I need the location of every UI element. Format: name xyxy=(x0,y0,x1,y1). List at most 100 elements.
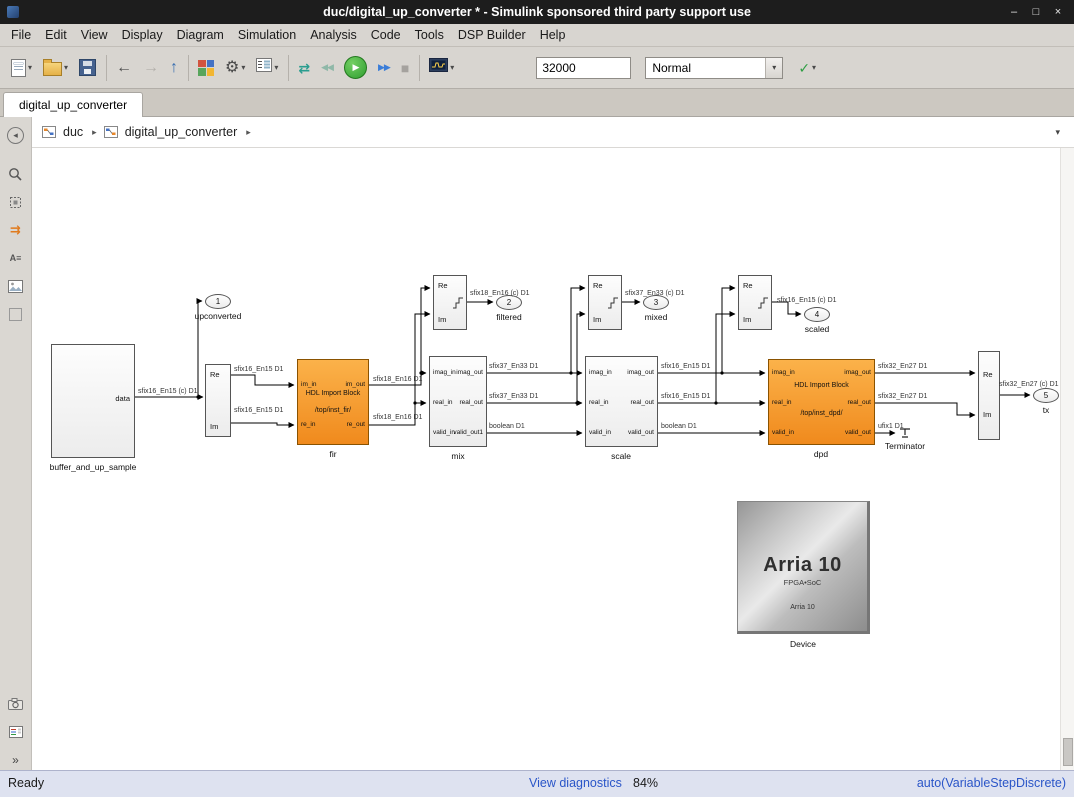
sim-mode-value: Normal xyxy=(646,61,765,75)
dpd-line1: HDL Import Block xyxy=(769,382,874,389)
outport-3[interactable]: 3 xyxy=(643,295,669,310)
outport-2[interactable]: 2 xyxy=(496,295,522,310)
im-label: Im xyxy=(593,315,601,324)
expand-palette-button[interactable]: » xyxy=(4,749,28,771)
statusbar: Ready View diagnostics 84% auto(Variable… xyxy=(0,770,1074,797)
update-diagram-button[interactable]: ⇄ xyxy=(295,58,313,78)
breadcrumb-dropdown[interactable]: ▾ xyxy=(1055,127,1064,138)
scale-in1-label: imag_in xyxy=(589,369,612,377)
menu-item-file[interactable]: File xyxy=(4,26,38,44)
main-area: ◂ ⇉ A≡ » duc ▸ digital_up_converter ▸ ▾ xyxy=(0,117,1074,770)
signal-label: sfix16_En15 D1 xyxy=(234,407,283,414)
up-button[interactable]: ↑ xyxy=(167,57,181,79)
model-explorer-button[interactable]: ▾ xyxy=(253,55,281,80)
minimize-button[interactable]: – xyxy=(1006,6,1022,18)
step-back-button[interactable]: ◀◀ xyxy=(318,60,336,75)
menu-item-display[interactable]: Display xyxy=(115,26,170,44)
model-canvas[interactable]: data buffer_and_up_sample Re Im 1 upconv… xyxy=(32,148,1074,770)
annotation-button[interactable]: A≡ xyxy=(4,247,28,269)
breadcrumb-item-digital-up-converter[interactable]: digital_up_converter xyxy=(123,123,240,141)
sim-mode-select[interactable]: Normal ▾ xyxy=(645,57,783,79)
forward-button[interactable]: → xyxy=(140,57,162,79)
sim-stop-time-input[interactable] xyxy=(536,57,631,79)
outport-1[interactable]: 1 xyxy=(205,294,231,309)
menu-item-view[interactable]: View xyxy=(74,26,115,44)
menu-item-edit[interactable]: Edit xyxy=(38,26,74,44)
real-imag-to-complex-block-2[interactable]: Re Im xyxy=(588,275,622,330)
signal-label: sfix16_En15 (c) D1 xyxy=(777,297,837,304)
run-button[interactable]: ▶ xyxy=(341,53,370,82)
menu-item-help[interactable]: Help xyxy=(533,26,573,44)
area-box-button[interactable] xyxy=(4,303,28,325)
build-button[interactable]: ✓ ▾ xyxy=(795,58,819,78)
viewmark-button[interactable] xyxy=(4,693,28,715)
maximize-button[interactable]: □ xyxy=(1028,6,1044,18)
hide-browser-button[interactable]: ◂ xyxy=(4,124,28,146)
real-imag-to-complex-block-tx[interactable]: Re Im xyxy=(978,351,1000,440)
simulation-display-button[interactable]: ▾ xyxy=(426,55,457,80)
tab-digital-up-converter[interactable]: digital_up_converter xyxy=(3,92,143,117)
buffer-and-upsample-block[interactable]: data xyxy=(51,344,135,458)
stop-button[interactable]: ■ xyxy=(398,58,412,78)
re-label: Re xyxy=(438,281,448,290)
caret-icon: ▾ xyxy=(450,63,454,72)
dpd-in2-label: real_in xyxy=(772,399,792,407)
step-forward-button[interactable]: ▶▶ xyxy=(375,60,393,75)
menu-item-dsp-builder[interactable]: DSP Builder xyxy=(451,26,533,44)
back-button[interactable]: ← xyxy=(113,57,135,79)
view-diagnostics-link[interactable]: View diagnostics xyxy=(529,771,622,796)
solver-status[interactable]: auto(VariableStepDiscrete) xyxy=(917,771,1066,796)
open-button[interactable]: ▾ xyxy=(40,56,71,79)
buffer-block-label: buffer_and_up_sample xyxy=(50,462,137,472)
menu-item-analysis[interactable]: Analysis xyxy=(303,26,364,44)
signal-wires[interactable] xyxy=(32,148,1074,770)
zoom-button[interactable] xyxy=(4,163,28,185)
toolbar-separator xyxy=(188,55,189,81)
fir-in2-label: re_in xyxy=(301,421,315,429)
outport-3-label: mixed xyxy=(645,312,668,322)
scale-out3-label: valid_out xyxy=(628,429,654,437)
real-imag-to-complex-block-1[interactable]: Re Im xyxy=(433,275,467,330)
fir-hdl-import-block[interactable]: im_in im_out HDL Import Block /top/inst_… xyxy=(297,359,369,445)
outport-5[interactable]: 5 xyxy=(1033,388,1059,403)
caret-icon: ▾ xyxy=(64,63,68,72)
re-label: Re xyxy=(743,281,753,290)
new-model-button[interactable]: ▾ xyxy=(8,56,35,80)
scale-block[interactable]: imag_in imag_out real_in real_out valid_… xyxy=(585,356,658,447)
menu-item-code[interactable]: Code xyxy=(364,26,408,44)
dpd-line2: /top/inst_dpd/ xyxy=(769,410,874,417)
scrollbar-thumb[interactable] xyxy=(1063,738,1073,766)
im-label: Im xyxy=(743,315,751,324)
vertical-scrollbar[interactable] xyxy=(1060,148,1074,770)
mix-block[interactable]: imag_in imag_out real_in real_out valid_… xyxy=(429,356,487,447)
model-icon xyxy=(42,126,56,138)
tab-label: digital_up_converter xyxy=(19,98,127,112)
zoom-level: 84% xyxy=(633,771,658,796)
menubar: File Edit View Display Diagram Simulatio… xyxy=(0,24,1074,47)
image-button[interactable] xyxy=(4,275,28,297)
outport-5-label: tx xyxy=(1043,405,1050,415)
box-icon xyxy=(9,308,22,321)
model-settings-button[interactable]: ⚙ ▾ xyxy=(222,57,248,79)
image-icon xyxy=(8,280,23,293)
orange-arrows-icon: ⇉ xyxy=(10,222,21,238)
mix-out1-label: imag_out xyxy=(456,369,483,377)
menu-item-simulation[interactable]: Simulation xyxy=(231,26,303,44)
breadcrumb-item-duc[interactable]: duc xyxy=(61,123,85,141)
arria10-device-block[interactable]: Arria 10 FPGA•SoC Arria 10 xyxy=(737,501,870,634)
close-button[interactable]: × xyxy=(1050,6,1066,18)
menu-item-tools[interactable]: Tools xyxy=(408,26,451,44)
library-browser-button[interactable] xyxy=(195,57,217,79)
outport-1-label: upconverted xyxy=(195,311,242,321)
menu-item-diagram[interactable]: Diagram xyxy=(170,26,231,44)
fit-to-view-button[interactable] xyxy=(4,191,28,213)
dpd-hdl-import-block[interactable]: imag_in imag_out HDL Import Block real_i… xyxy=(768,359,875,445)
toolbar: ▾ ▾ ← → ↑ ⚙ ▾ ▾ ⇄ ◀◀ ▶ ▶▶ ■ xyxy=(0,47,1074,89)
direction-button[interactable]: ⇉ xyxy=(4,219,28,241)
complex-to-real-imag-block[interactable]: Re Im xyxy=(205,364,231,437)
legend-button[interactable] xyxy=(4,721,28,743)
outport-4[interactable]: 4 xyxy=(804,307,830,322)
save-button[interactable] xyxy=(76,56,99,79)
real-imag-to-complex-block-3[interactable]: Re Im xyxy=(738,275,772,330)
step-forward-icon: ▶▶ xyxy=(378,63,390,72)
